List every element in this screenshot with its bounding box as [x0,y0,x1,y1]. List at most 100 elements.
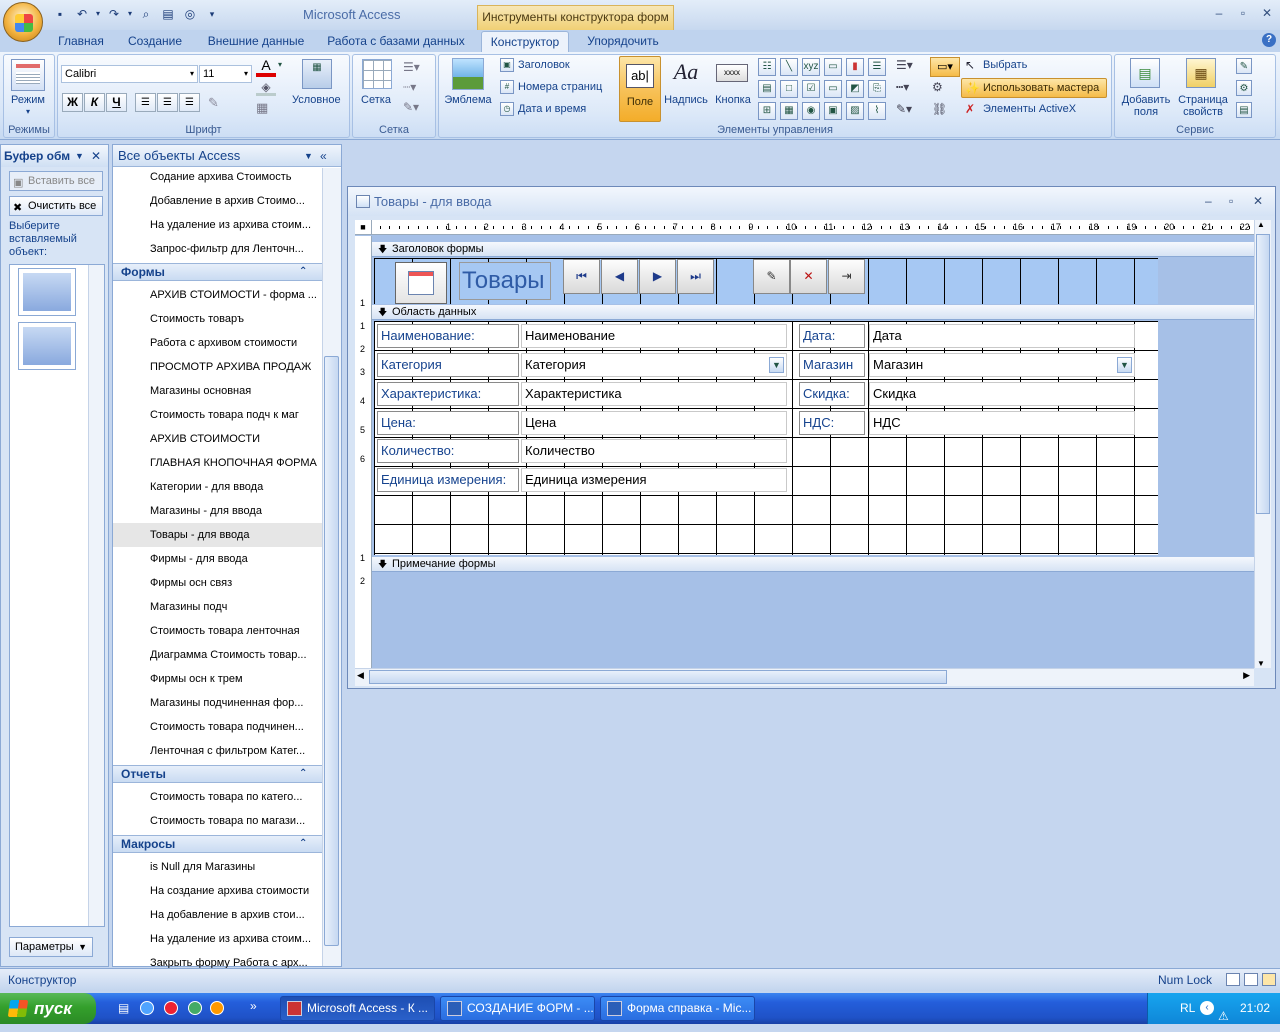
insert-hyperlink-icon[interactable]: ⛓ [932,102,952,120]
qat-customize-icon[interactable]: ▾ [204,6,220,22]
field-label[interactable]: Наименование: [377,324,519,348]
emblem-icon[interactable] [452,58,484,90]
undo-dropdown-icon[interactable]: ▾ [90,6,106,22]
clipboard-options-button[interactable]: Параметры ▼ [9,937,93,957]
scroll-right-icon[interactable]: ▶ [1243,670,1250,681]
select-button[interactable]: Выбрать [983,59,1027,71]
special-effect-icon[interactable]: ▭▾ [930,57,960,77]
text-field[interactable]: Характеристика [521,382,787,406]
field-label[interactable]: Единица измерения: [377,468,519,492]
minimize-icon[interactable]: – [1210,6,1228,22]
field-label[interactable]: Количество: [377,439,519,463]
collapse-section-icon[interactable]: ⌃ [299,264,307,280]
form-selector-icon[interactable]: ■ [355,220,372,235]
line-type-icon[interactable]: ┅▾ [896,80,924,98]
text-field[interactable]: НДС [869,411,1135,435]
line-thickness-icon[interactable]: ☰▾ [896,58,924,76]
design-view-icon[interactable] [1262,973,1276,986]
nav-item[interactable]: На добавление в архив стои... [113,903,322,927]
nav-item[interactable]: АРХИВ СТОИМОСТИ - форма ... [113,283,322,307]
print-preview-icon[interactable]: ▤ [160,6,176,22]
nav-item[interactable]: Магазины подчиненная фор... [113,691,322,715]
form-vertical-scrollbar[interactable]: ▲ ▼ [1254,220,1271,668]
nav-item[interactable]: Работа с архивом стоимости [113,331,322,355]
save-icon[interactable]: ▪ [52,6,68,22]
maximize-icon[interactable]: ▫ [1234,6,1252,22]
nav-item[interactable]: На удаление из архива стоим... [113,213,322,237]
nav-item[interactable]: Магазины основная [113,379,322,403]
select-pointer-icon[interactable]: ↖ [965,58,975,72]
page-break-icon[interactable]: ▦ [780,102,798,120]
form-horizontal-scrollbar[interactable]: ◀ ▶ [355,668,1254,686]
date-time-icon[interactable]: ◷ [500,102,514,116]
close-icon[interactable]: ✕ [1258,6,1276,22]
option-button-icon[interactable]: ◉ [802,102,820,120]
font-size-select[interactable]: 11 ▾ [199,65,252,83]
header-title-label[interactable]: Товары [459,262,551,300]
fill-color-icon[interactable]: ◈ [256,80,276,96]
gridlines-style-icon[interactable]: ▦ [256,100,278,118]
tab-external-data[interactable]: Внешние данные [200,31,312,52]
layout-view-icon[interactable] [1244,973,1258,986]
listbox-icon[interactable]: ☷ [758,58,776,76]
detail-section-bar[interactable]: 🡇 Область данных [372,305,1254,320]
combo-icon[interactable]: ▤ [758,80,776,98]
nav-item[interactable]: Товары - для ввода [113,523,322,547]
nav-item[interactable]: Добавление в архив Стоимо... [113,189,322,213]
nav-item[interactable]: ПРОСМОТР АРХИВА ПРОДАЖ [113,355,322,379]
gridline-color-icon[interactable]: ✎▾ [403,100,425,114]
nav-item[interactable]: Стоимость товара ленточная [113,619,322,643]
chevron-down-icon[interactable]: ▼ [1117,357,1132,373]
scroll-left-icon[interactable]: ◀ [357,670,364,681]
nav-item[interactable]: На создание архива стоимости [113,879,322,903]
view-mode-button[interactable]: Режим [4,94,52,106]
tab-design[interactable]: Конструктор [481,31,569,52]
attachment-icon[interactable]: ⎘ [868,80,886,98]
bound-frame-icon[interactable]: ▭ [824,80,842,98]
nav-scroll-thumb[interactable] [324,356,339,946]
nav-item[interactable]: Стоимость товара подч к маг [113,403,322,427]
align-center-icon[interactable]: ☰ [157,93,178,112]
chevron-down-icon[interactable]: ▼ [304,145,313,167]
first-record-icon[interactable]: ⏮ [563,259,600,294]
field-label[interactable]: Категория [377,353,519,377]
view-mode-icon[interactable] [11,59,45,91]
start-button[interactable]: пуск [0,993,96,1024]
subform-icon[interactable]: ☰ [868,58,886,76]
text-field[interactable]: Количество [521,439,787,463]
form-hscroll-thumb[interactable] [369,670,947,684]
nav-item[interactable]: Ленточная с фильтром Катег... [113,739,322,763]
activex-button[interactable]: Элементы ActiveX [983,103,1076,115]
tab-order-icon[interactable]: ▤ [1236,102,1252,118]
grid-icon[interactable] [362,59,392,89]
quicklaunch-ie-icon[interactable] [140,1001,154,1015]
nav-item[interactable]: Фирмы - для ввода [113,547,322,571]
view-dropdown-icon[interactable]: ▾ [20,106,36,118]
preview-icon[interactable]: ◎ [182,6,198,22]
property-sheet-button[interactable]: Страница свойств [1176,94,1230,118]
chevron-down-icon[interactable]: ▼ [769,357,784,373]
conditional-format-button[interactable]: Условное [292,94,341,106]
nav-item[interactable]: На удаление из архива стоим... [113,927,322,951]
nav-item[interactable]: Фирмы осн связ [113,571,322,595]
form-header-bar[interactable]: 🡇 Заголовок формы [372,242,1254,257]
button-control-button[interactable]: Кнопка [710,94,756,106]
collapse-pane-icon[interactable]: « [320,145,327,167]
text-field[interactable]: Наименование [521,324,787,348]
attachment-clip-icon[interactable]: ⌇ [868,102,886,120]
form-footer-bar[interactable]: 🡇 Примечание формы [372,557,1254,572]
quicklaunch-app-icon[interactable] [188,1001,202,1015]
text-field[interactable]: Магазин [869,353,1135,377]
field-label[interactable]: НДС: [799,411,865,435]
save-record-icon[interactable]: ✎ [753,259,790,294]
nav-item[interactable]: Диаграмма Стоимость товар... [113,643,322,667]
scroll-up-icon[interactable]: ▲ [1257,220,1265,229]
underline-button[interactable]: Ч [106,93,127,112]
header-title-button[interactable]: Заголовок [518,59,570,71]
set-control-defaults-icon[interactable]: ⚙ [932,80,952,98]
gridline-width-icon[interactable]: ☰▾ [403,60,425,74]
clipboard-item[interactable] [18,322,76,370]
line-icon[interactable]: ╲ [780,58,798,76]
form-vscroll-thumb[interactable] [1256,234,1270,514]
label-control-button[interactable]: Надпись [662,94,710,106]
